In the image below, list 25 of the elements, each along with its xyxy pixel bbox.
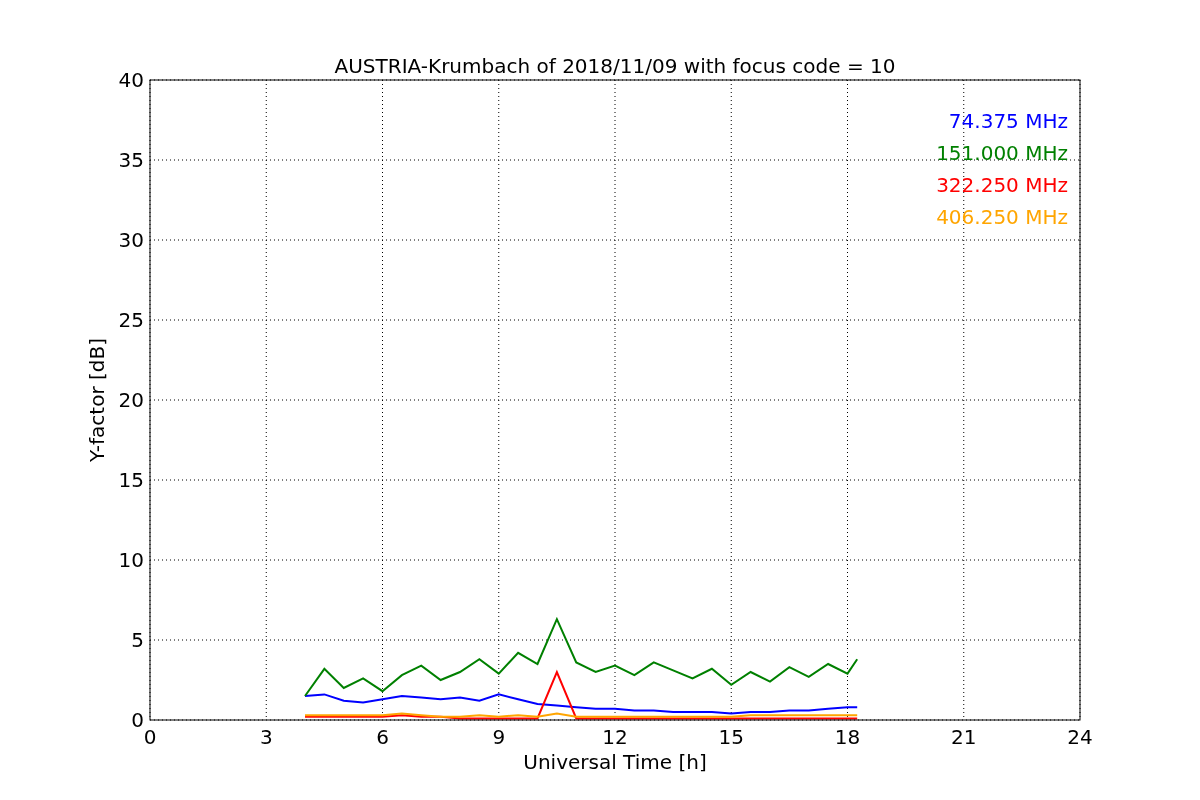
y-tick-label: 0 [131,708,144,732]
x-tick-label: 15 [718,725,744,749]
x-axis-label: Universal Time [h] [523,750,707,774]
y-tick-label: 20 [118,388,144,412]
legend-label: 151.000 MHz [936,141,1068,165]
x-tick-label: 21 [951,725,977,749]
y-tick-label: 25 [118,308,144,332]
y-axis-label: Y-factor [dB] [85,338,109,462]
y-tick-label: 40 [118,68,144,92]
y-tick-label: 5 [131,628,144,652]
x-tick-label: 18 [834,725,861,749]
legend-label: 322.250 MHz [936,173,1068,197]
y-tick-label: 10 [118,548,144,572]
y-tick-label: 30 [118,228,144,252]
y-tick-label: 15 [118,468,144,492]
chart-title: AUSTRIA-Krumbach of 2018/11/09 with focus code = 10 [334,54,896,78]
x-tick-label: 0 [143,725,157,749]
legend-label: 74.375 MHz [948,109,1068,133]
x-tick-label: 12 [602,725,628,749]
x-tick-label: 3 [259,725,273,749]
x-tick-label: 24 [1067,725,1093,749]
x-tick-label: 9 [492,725,506,749]
x-tick-label: 6 [376,725,389,749]
legend-label: 406.250 MHz [936,205,1068,229]
y-tick-label: 35 [118,148,144,172]
